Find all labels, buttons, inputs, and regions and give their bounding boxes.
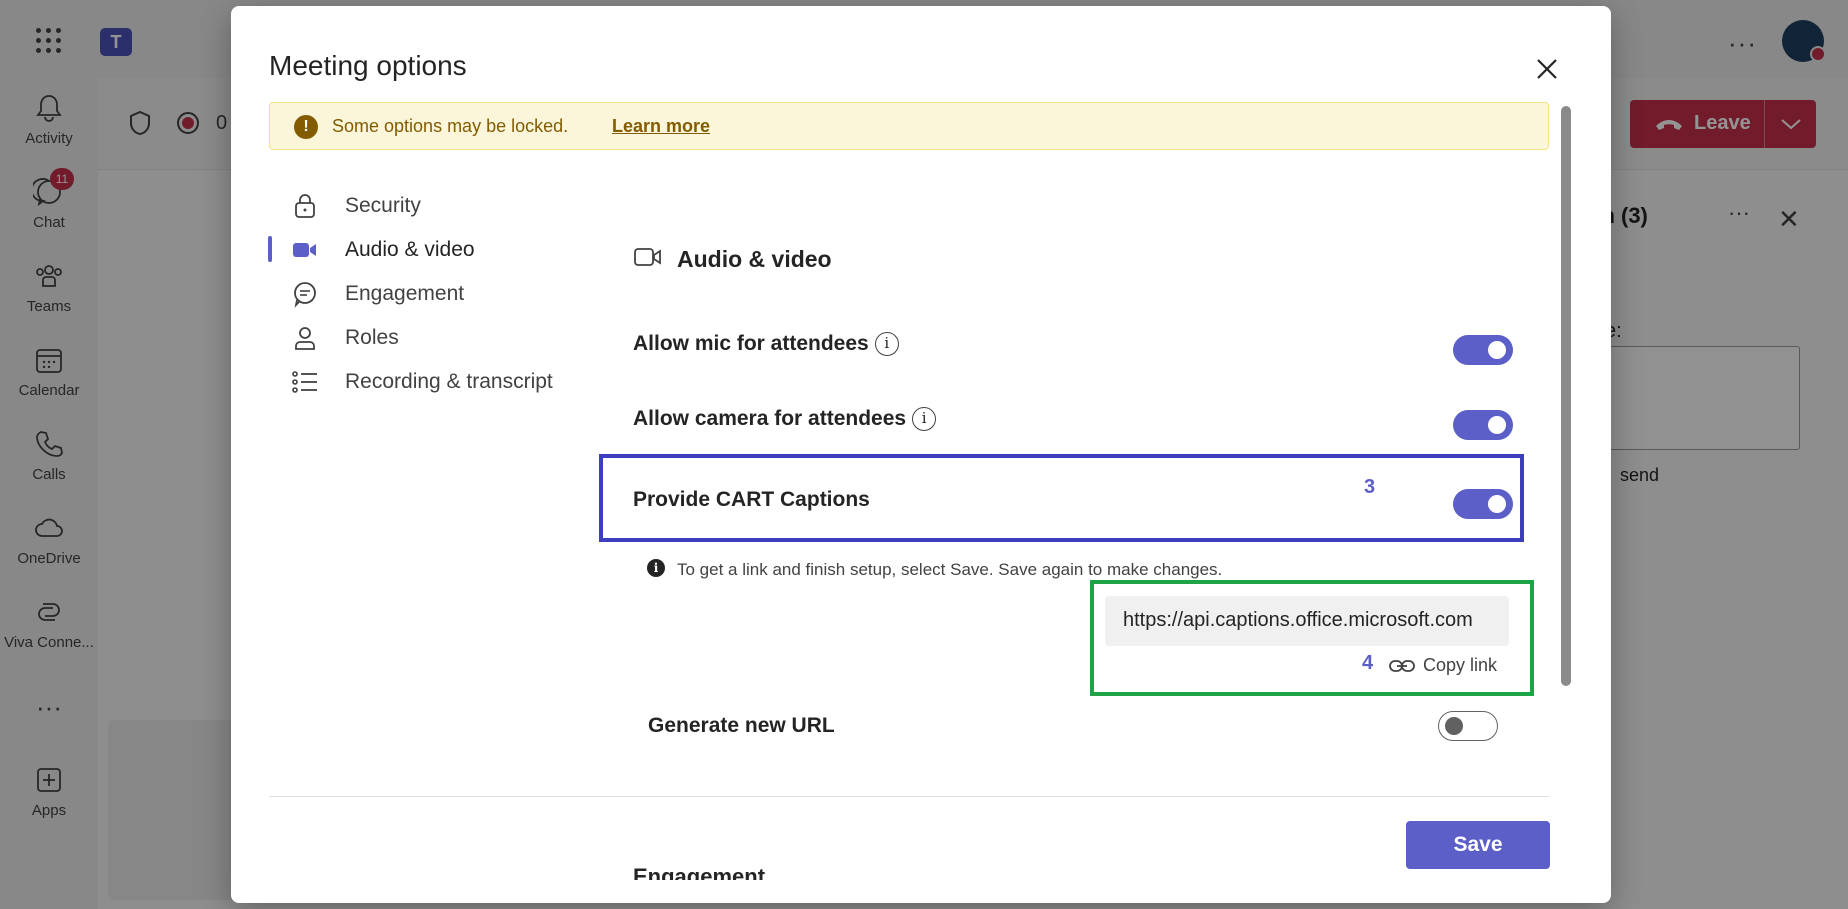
nav-label: Roles	[345, 326, 399, 349]
nav-item-audio-video[interactable]: Audio & video	[291, 232, 591, 268]
nav-active-indicator	[268, 236, 272, 262]
list-icon	[292, 371, 317, 393]
nav-item-roles[interactable]: Roles	[291, 320, 591, 356]
allow-camera-toggle[interactable]	[1453, 410, 1513, 440]
cart-captions-label: Provide CART Captions	[633, 488, 870, 511]
nav-label: Audio & video	[345, 238, 475, 261]
video-camera-icon	[293, 243, 316, 257]
chat-bubble-icon	[294, 282, 316, 308]
generate-url-toggle[interactable]	[1438, 711, 1498, 741]
save-button[interactable]: Save	[1406, 821, 1550, 869]
allow-camera-label: Allow camera for attendees	[633, 407, 907, 430]
lock-icon	[295, 194, 315, 218]
close-icon[interactable]	[1530, 52, 1564, 86]
info-icon[interactable]: i	[912, 407, 937, 432]
nav-label: Recording & transcript	[345, 370, 553, 393]
nav-item-engagement[interactable]: Engagement	[291, 276, 591, 312]
setup-hint-text: To get a link and finish setup, select S…	[677, 560, 1223, 579]
allow-mic-label: Allow mic for attendees	[633, 332, 869, 355]
banner-text: Some options may be locked.	[332, 116, 569, 136]
engagement-section-heading: Engagement	[633, 864, 766, 880]
step-number-3: 3	[1364, 476, 1376, 498]
nav-label: Engagement	[345, 282, 465, 305]
allow-mic-toggle[interactable]	[1453, 335, 1513, 365]
generate-url-label: Generate new URL	[648, 714, 835, 737]
video-camera-outline-icon	[634, 248, 661, 266]
cart-url-field[interactable]: https://api.captions.office.microsoft.co…	[1105, 596, 1509, 646]
info-filled-icon: i	[647, 559, 665, 577]
section-title: Audio & video	[677, 246, 832, 272]
person-icon	[295, 327, 315, 350]
step-number-4: 4	[1362, 652, 1374, 674]
meeting-options-dialog: Meeting options ! Some options may be lo…	[231, 6, 1611, 903]
locked-options-banner: ! Some options may be locked. Learn more	[269, 102, 1549, 150]
cart-captions-toggle[interactable]	[1453, 489, 1513, 519]
info-icon[interactable]: i	[874, 332, 899, 357]
nav-item-recording[interactable]: Recording & transcript	[291, 364, 591, 400]
dialog-title: Meeting options	[269, 50, 467, 81]
copy-link-button[interactable]: Copy link	[1389, 655, 1497, 676]
footer-divider	[269, 796, 1549, 797]
learn-more-link[interactable]: Learn more	[612, 116, 710, 137]
allow-camera-row: Allow camera for attendees i	[633, 407, 937, 432]
copy-link-label: Copy link	[1423, 655, 1498, 675]
allow-mic-row: Allow mic for attendees i	[633, 332, 899, 357]
dialog-scrollbar[interactable]	[1561, 106, 1571, 686]
nav-item-security[interactable]: Security	[291, 188, 591, 224]
link-icon	[1389, 660, 1415, 673]
nav-label: Security	[345, 194, 421, 217]
warning-icon: !	[294, 115, 318, 139]
